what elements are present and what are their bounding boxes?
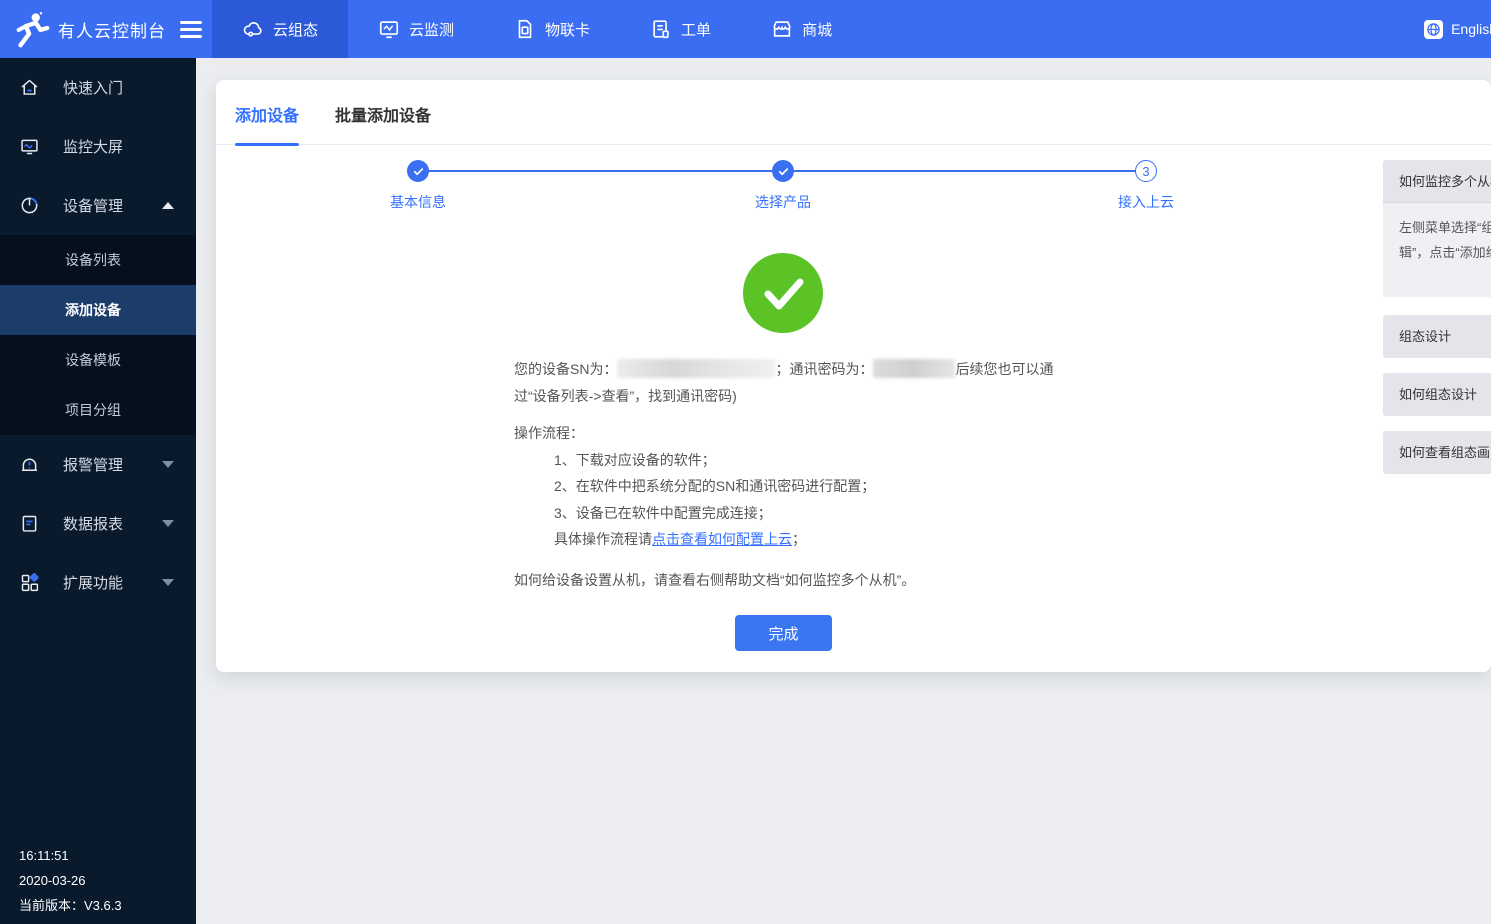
chevron-up-icon [162,202,174,209]
help-item-scada-design[interactable]: 组态设计 [1383,315,1491,358]
success-check-icon [743,253,823,338]
step-1-label: 基本信息 [358,192,478,212]
sn-prefix: 您的设备SN为： [514,361,617,377]
sidebar-footer: 16:11:51 2020-03-26 当前版本：V3.6.3 [19,843,122,918]
step-3-label: 接入上云 [1086,192,1206,212]
current-date: 2020-03-26 [19,868,122,893]
sidebar-item-label: 报警管理 [63,454,123,475]
process-step-1: 1、下载对应设备的软件； [514,447,875,474]
menu-toggle-icon[interactable] [180,17,202,42]
sidebar-subitem-device-list[interactable]: 设备列表 [0,235,196,285]
sim-card-icon [514,18,536,40]
device-management-submenu: 设备列表 添加设备 设备模板 项目分组 [0,235,196,435]
step-1-done-icon [407,160,429,182]
step-2-label: 选择产品 [723,192,843,212]
nav-tab-label: 物联卡 [545,19,590,40]
top-nav: 有人云控制台 云组态 云监测 [0,0,1491,58]
sidebar-subitem-add-device[interactable]: 添加设备 [0,285,196,335]
store-icon [771,18,793,40]
sidebar-item-label: 扩展功能 [63,572,123,593]
nav-tab-label: 云监测 [409,19,454,40]
help-item-how-to-scada-design[interactable]: 如何组态设计 [1383,373,1491,416]
usr-logo-icon [12,10,50,48]
redacted-password-value [873,359,955,378]
chevron-down-icon [162,461,174,468]
help-item-view-scada-screen[interactable]: 如何查看组态画面 [1383,431,1491,474]
globe-icon [1424,20,1443,39]
device-result-text: 您的设备SN为： ；通讯密码为： 后续您也可以通 过“设备列表->查看”，找到通讯密… [514,356,1074,410]
help-content-line2: 辑”，点击“添加组态” [1399,245,1491,260]
redacted-sn-value [617,359,775,378]
slave-device-note: 如何给设备设置从机，请查看右侧帮助文档“如何监控多个从机”。 [514,570,915,590]
help-content-line1: 左侧菜单选择“组态编 [1399,220,1491,235]
nav-tab-iot-card[interactable]: 物联卡 [484,0,620,58]
nav-tab-label: 商城 [802,19,832,40]
configure-cloud-link[interactable]: 点击查看如何配置上云 [652,531,792,547]
sidebar-item-label: 快速入门 [63,77,123,98]
main-content-card: 添加设备 批量添加设备 3 基本信息 选择产品 接入上云 您的设备SN为：；通讯… [216,80,1491,672]
sidebar-subitem-project-group[interactable]: 项目分组 [0,385,196,435]
sidebar-item-quick-start[interactable]: 快速入门 [0,58,196,117]
stepper: 3 基本信息 选择产品 接入上云 [216,80,1491,220]
detail-prefix: 具体操作流程请 [554,531,652,547]
nav-tab-cloud-scada[interactable]: 云组态 [212,0,348,58]
nav-tab-store[interactable]: 商城 [741,0,862,58]
sidebar-item-extensions[interactable]: 扩展功能 [0,553,196,612]
help-accordion-content: 左侧菜单选择“组态编 辑”，点击“添加组态” [1383,203,1491,297]
process-title: 操作流程： [514,420,875,447]
help-panel: 如何监控多个从机 左侧菜单选择“组态编 辑”，点击“添加组态” 组态设计 如何组… [1383,160,1491,474]
app-title: 有人云控制台 [58,17,166,42]
pie-chart-icon [19,195,40,216]
nav-tab-cloud-monitor[interactable]: 云监测 [348,0,484,58]
language-switcher[interactable]: English [1424,0,1491,58]
result-suffix: 后续您也可以通 [955,361,1053,377]
process-detail-line: 具体操作流程请点击查看如何配置上云； [514,526,875,553]
version-label: 当前版本：V3.6.3 [19,893,122,918]
language-label: English [1451,21,1491,37]
monitor-chart-icon [378,18,400,40]
sidebar-item-alarm-management[interactable]: 报警管理 [0,435,196,494]
step-3-current-icon: 3 [1135,160,1157,182]
process-step-2: 2、在软件中把系统分配的SN和通讯密码进行配置； [514,473,875,500]
sidebar-item-data-report[interactable]: 数据报表 [0,494,196,553]
work-order-icon [650,18,672,40]
alarm-bell-icon [19,454,40,475]
cloud-icon [242,18,264,40]
help-accordion-monitor-slaves[interactable]: 如何监控多个从机 [1383,160,1491,203]
sidebar-item-monitor-screen[interactable]: 监控大屏 [0,117,196,176]
process-step-3: 3、设备已在软件中配置完成连接； [514,500,875,527]
extension-grid-icon [19,572,40,593]
nav-tab-work-order[interactable]: 工单 [620,0,741,58]
sidebar-item-label: 数据报表 [63,513,123,534]
top-nav-tabs: 云组态 云监测 物联卡 [212,0,862,58]
screen-icon [19,136,40,157]
home-icon [19,77,40,98]
password-prefix: ；通讯密码为： [775,361,873,377]
sidebar: 快速入门 监控大屏 设备管理 设备列表 添加设备 设备模板 项目分组 [0,58,196,924]
sidebar-subitem-device-template[interactable]: 设备模板 [0,335,196,385]
detail-suffix: ； [792,531,806,547]
finish-button[interactable]: 完成 [735,615,832,651]
nav-tab-label: 工单 [681,19,711,40]
chevron-down-icon [162,520,174,527]
result-line2: 过“设备列表->查看”，找到通讯密码) [514,388,737,404]
sidebar-item-label: 监控大屏 [63,136,123,157]
process-steps: 操作流程： 1、下载对应设备的软件； 2、在软件中把系统分配的SN和通讯密码进行… [514,420,875,553]
report-icon [19,513,40,534]
step-2-done-icon [772,160,794,182]
sidebar-item-device-management[interactable]: 设备管理 [0,176,196,235]
logo-area: 有人云控制台 [0,0,212,58]
nav-tab-label: 云组态 [273,19,318,40]
chevron-down-icon [162,579,174,586]
sidebar-item-label: 设备管理 [63,195,123,216]
current-time: 16:11:51 [19,843,122,868]
